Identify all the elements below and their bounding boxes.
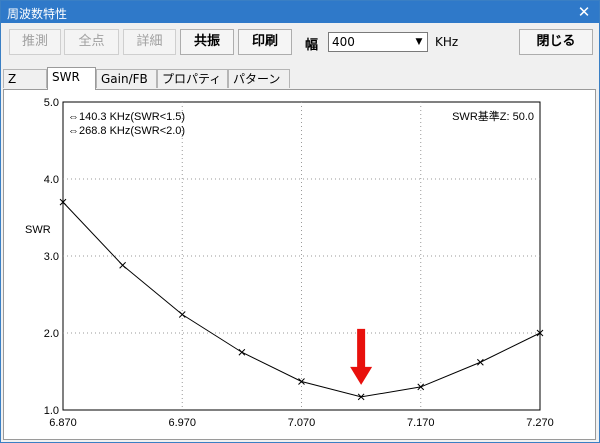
x-tick-label: 6.970 xyxy=(168,417,196,429)
x-tick-label: 7.170 xyxy=(407,417,435,429)
y-tick-label: 5.0 xyxy=(44,97,59,109)
plot-area xyxy=(62,101,541,411)
x-tick-label: 7.070 xyxy=(288,417,316,429)
y-tick-label: 2.0 xyxy=(44,328,59,340)
y-tick-label: 4.0 xyxy=(44,174,59,186)
x-tick-label: 7.270 xyxy=(526,417,554,429)
bandwidth-swr-1-5: ⇔140.3 KHz(SWR<1.5) xyxy=(68,111,185,123)
x-tick-label: 6.870 xyxy=(49,417,77,429)
y-tick-label: 1.0 xyxy=(44,405,59,417)
tab-swr[interactable]: SWR xyxy=(47,67,96,90)
frequency-response-window: 周波数特性 ✕ 推測 全点 詳細 共振 印刷 幅 400 ▼ KHz 閉じる Z… xyxy=(0,0,600,443)
y-tick-label: 3.0 xyxy=(44,251,59,263)
bandwidth-swr-2-0: ⇔268.8 KHz(SWR<2.0) xyxy=(68,125,185,137)
swr-reference-impedance: SWR基準Z: 50.0 xyxy=(452,109,534,123)
y-axis-label: SWR xyxy=(25,224,51,236)
